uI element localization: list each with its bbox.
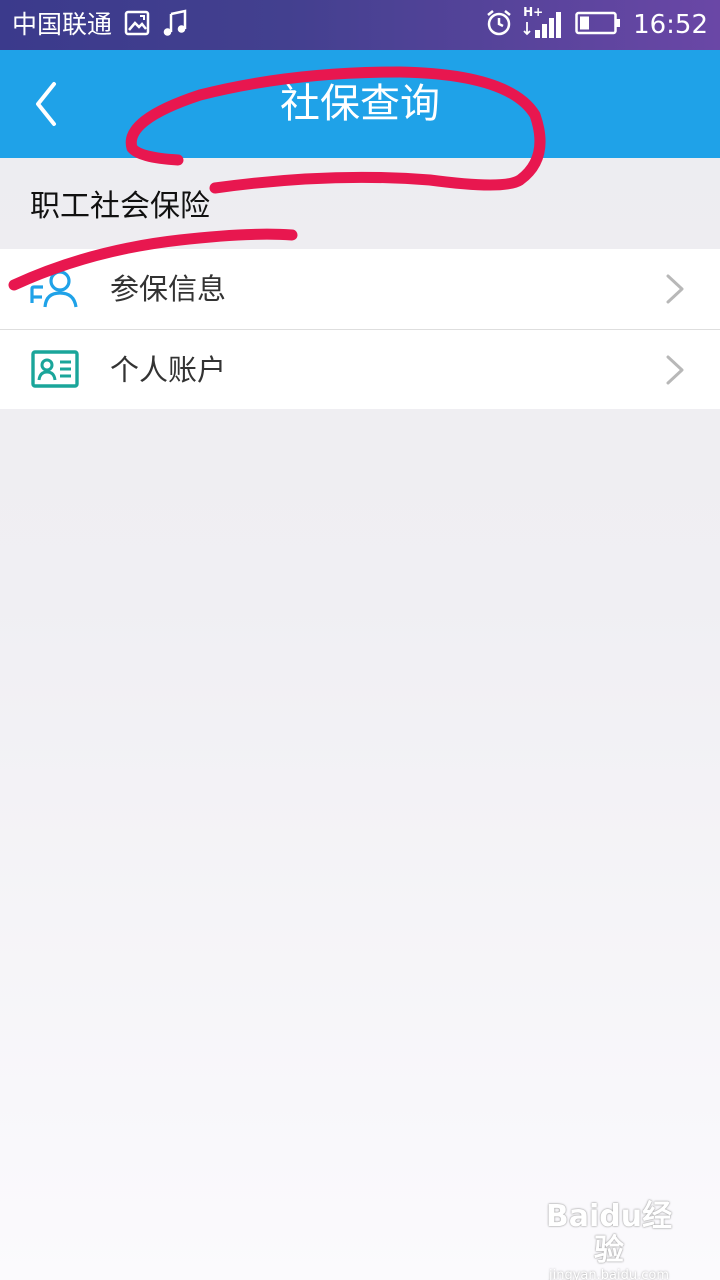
carrier-name: 中国联通 [12,10,113,39]
menu-item-personal-account[interactable]: 个人账户 [0,329,720,409]
watermark-url: jingyan.baidu.com [549,1268,669,1280]
menu-item-insurance-info[interactable]: 参保信息 [0,249,720,329]
chevron-right-icon [664,354,686,386]
watermark-logo: Baidu经验 [545,1199,673,1268]
back-button[interactable] [24,78,80,130]
status-bar: 中国联通 H+ 16:52 [0,0,720,50]
menu-item-label: 参保信息 [110,272,227,306]
status-bar-right: H+ 16:52 [485,5,708,42]
menu-item-label: 个人账户 [110,353,227,387]
clock: 16:52 [633,10,708,40]
chevron-right-icon [664,273,686,305]
people-icon [30,267,80,311]
id-card-icon [30,348,80,392]
chevron-left-icon [36,82,56,126]
battery-icon [575,11,621,39]
music-note-icon [162,9,188,41]
menu-list: 参保信息 个人账户 [0,249,720,409]
page-title: 社保查询 [280,81,440,127]
status-bar-left: 中国联通 [12,8,188,42]
image-icon [124,10,150,40]
alarm-icon [485,9,513,41]
signal-icon: H+ [523,5,563,42]
section-label: 职工社会保险 [30,189,210,224]
watermark: Baidu经验 jingyan.baidu.com [534,1200,684,1280]
app-header: 社保查询 [0,50,720,158]
